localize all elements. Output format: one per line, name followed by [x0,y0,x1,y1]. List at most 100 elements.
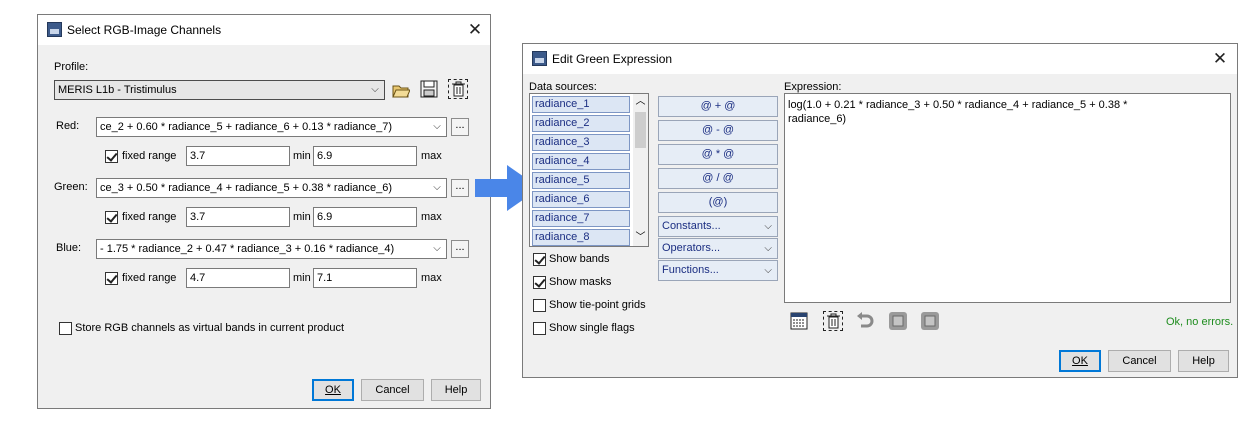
export-expression-icon[interactable] [920,311,939,330]
close-icon[interactable]: ✕ [464,19,486,41]
cancel-button-label: Cancel [375,384,410,396]
profile-label: Profile: [54,61,89,73]
cancel-button[interactable]: Cancel [361,379,424,401]
blue-min-input[interactable]: 4.7 [186,268,290,288]
history-icon[interactable] [790,312,808,330]
show-bands-checkbox[interactable] [533,253,546,266]
red-max-input[interactable]: 6.9 [313,146,417,166]
list-item[interactable]: radiance_7 [532,210,630,227]
green-expression-select[interactable]: ce_3 + 0.50 * radiance_4 + radiance_5 + … [96,178,447,198]
add-operator-button[interactable]: @ + @ [658,96,778,117]
red-edit-expression-button[interactable]: ... [451,118,469,136]
chevron-down-icon: ⌵ [764,221,772,232]
show-bands-label: Show bands [549,253,610,265]
data-sources-list[interactable]: radiance_1 radiance_2 radiance_3 radianc… [529,93,649,247]
green-label: Green: [54,181,88,193]
show-single-flags-checkbox[interactable] [533,322,546,335]
open-folder-icon[interactable] [392,81,411,99]
red-max-label: max [421,150,442,162]
undo-icon[interactable] [856,312,874,330]
snap-app-icon [47,22,62,37]
expression-editor[interactable]: log(1.0 + 0.21 * radiance_3 + 0.50 * rad… [784,93,1231,303]
expr-ok-button[interactable]: OK [1059,350,1101,372]
list-item[interactable]: radiance_5 [532,172,630,189]
show-tie-point-grids-label: Show tie-point grids [549,299,646,311]
blue-min-label: min [293,272,311,284]
show-masks-label: Show masks [549,276,612,288]
chevron-down-icon: ⌵ [764,243,772,254]
chevron-down-icon[interactable]: ﹀ [633,231,648,245]
expression-line-2: radiance_6) [788,113,847,125]
rgb-dialog-titlebar: Select RGB-Image Channels ✕ [38,15,490,45]
rgb-dialog-title: Select RGB-Image Channels [67,23,222,37]
multiply-operator-button[interactable]: @ * @ [658,144,778,165]
expr-help-button[interactable]: Help [1178,350,1229,372]
save-icon[interactable] [420,80,438,98]
store-virtual-bands-label: Store RGB channels as virtual bands in c… [75,322,345,334]
show-single-flags-label: Show single flags [549,322,635,334]
close-icon[interactable]: ✕ [1209,48,1231,70]
blue-max-label: max [421,272,442,284]
help-button-label: Help [444,384,468,396]
subtract-operator-button[interactable]: @ - @ [658,120,778,141]
ok-button-label: OK [325,384,341,396]
list-item[interactable]: radiance_8 [532,229,630,246]
blue-max-input[interactable]: 7.1 [313,268,417,288]
store-virtual-bands-checkbox[interactable] [59,322,72,335]
status-text: Ok, no errors. [1166,316,1234,328]
blue-fixed-range-label: fixed range [122,272,177,284]
blue-fixed-range-checkbox[interactable] [105,272,118,285]
list-item[interactable]: radiance_1 [532,96,630,113]
red-expression-value: ce_2 + 0.60 * radiance_5 + radiance_6 + … [100,121,393,133]
expression-label: Expression: [784,81,842,93]
scrollbar-thumb[interactable] [635,112,646,148]
expr-cancel-button-label: Cancel [1122,355,1157,367]
import-expression-icon[interactable] [888,311,907,330]
red-fixed-range-label: fixed range [122,150,177,162]
help-button[interactable]: Help [431,379,481,401]
red-expression-select[interactable]: ce_2 + 0.60 * radiance_5 + radiance_6 + … [96,117,447,137]
divide-operator-button[interactable]: @ / @ [658,168,778,189]
green-max-input[interactable]: 6.9 [313,207,417,227]
profile-select[interactable]: MERIS L1b - Tristimulus ⌵ [54,80,385,100]
show-masks-checkbox[interactable] [533,276,546,289]
chevron-down-icon: ⌵ [764,265,772,276]
green-min-label: min [293,211,311,223]
green-fixed-range-checkbox[interactable] [105,211,118,224]
green-min-input[interactable]: 3.7 [186,207,290,227]
blue-label: Blue: [56,242,82,254]
blue-edit-expression-button[interactable]: ... [451,240,469,258]
red-min-input[interactable]: 3.7 [186,146,290,166]
chevron-up-icon[interactable]: ︿ [633,95,648,109]
data-sources-label: Data sources: [529,81,597,93]
blue-expression-value: - 1.75 * radiance_2 + 0.47 * radiance_3 … [100,243,395,255]
green-expression-value: ce_3 + 0.50 * radiance_4 + radiance_5 + … [100,182,393,194]
operators-dropdown-label: Operators... [662,242,721,254]
green-edit-expression-button[interactable]: ... [451,179,469,197]
list-item[interactable]: radiance_2 [532,115,630,132]
chevron-down-icon: ⌵ [433,121,441,132]
show-tie-point-grids-checkbox[interactable] [533,299,546,312]
operators-dropdown[interactable]: Operators... ⌵ [658,238,778,259]
chevron-down-icon: ⌵ [433,243,441,254]
parentheses-button[interactable]: (@) [658,192,778,213]
expr-ok-button-label: OK [1072,355,1088,367]
constants-dropdown[interactable]: Constants... ⌵ [658,216,778,237]
list-scrollbar[interactable]: ︿ ﹀ [633,94,648,246]
functions-dropdown[interactable]: Functions... ⌵ [658,260,778,281]
functions-dropdown-label: Functions... [662,264,719,276]
expr-cancel-button[interactable]: Cancel [1108,350,1171,372]
blue-expression-select[interactable]: - 1.75 * radiance_2 + 0.47 * radiance_3 … [96,239,447,259]
red-fixed-range-checkbox[interactable] [105,150,118,163]
list-item[interactable]: radiance_6 [532,191,630,208]
snap-app-icon [532,51,547,66]
chevron-down-icon: ⌵ [433,182,441,193]
chevron-down-icon: ⌵ [371,84,379,95]
delete-trash-icon[interactable] [448,79,468,99]
expr-dialog-titlebar: Edit Green Expression ✕ [523,44,1237,74]
list-item[interactable]: radiance_4 [532,153,630,170]
clear-trash-icon[interactable] [823,311,843,331]
ok-button[interactable]: OK [312,379,354,401]
list-item[interactable]: radiance_3 [532,134,630,151]
red-min-label: min [293,150,311,162]
